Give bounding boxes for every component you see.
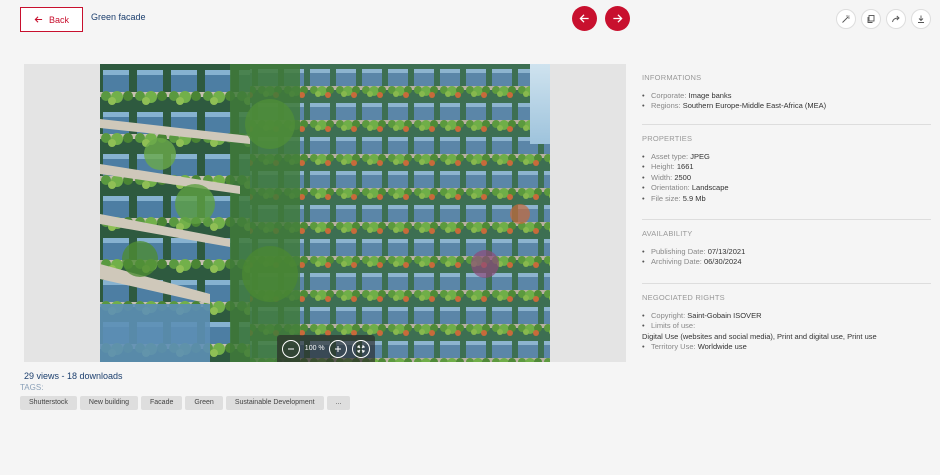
tag-chip[interactable]: Facade [141, 396, 183, 410]
plus-icon [335, 345, 342, 352]
file-size-row: File size: 5.9 Mb [642, 193, 931, 205]
label: Width: [651, 172, 675, 182]
label: Orientation: [651, 183, 692, 193]
section-title: NEGOCIATED RIGHTS [642, 293, 725, 302]
height-row: Height: 1661 [642, 162, 931, 173]
asset-preview-image [100, 64, 550, 362]
value: Worldwide use [697, 342, 747, 352]
section-title: PROPERTIES [642, 134, 693, 143]
corporate-row: Corporate: Image banks [642, 91, 931, 102]
next-asset-button[interactable] [605, 6, 630, 31]
download-icon [918, 15, 924, 23]
label: Corporate: [651, 91, 689, 100]
share-icon [892, 15, 900, 23]
zoom-controls: 100 % [277, 335, 375, 362]
fullscreen-button[interactable] [351, 339, 370, 358]
orientation-row: Orientation: Landscape [642, 183, 931, 194]
tags-list: Shutterstock New building Facade Green S… [20, 396, 351, 410]
width-row: Width: 2500 [642, 172, 931, 184]
copy-icon [867, 15, 875, 23]
arrow-left-icon [579, 14, 589, 23]
section-title: INFORMATIONS [642, 73, 702, 82]
section-title: AVAILABILITY [642, 229, 693, 238]
publishing-date-row: Publishing Date: 07/13/2021 [642, 247, 931, 258]
arrow-right-icon [613, 14, 623, 23]
value: Landscape [691, 183, 729, 193]
magic-wand-icon [842, 15, 850, 23]
tag-chip[interactable]: Shutterstock [20, 396, 77, 410]
arrow-left-icon [34, 16, 43, 23]
value: 5.9 Mb [682, 193, 706, 203]
tag-chip[interactable]: Sustainable Development [225, 396, 324, 410]
label: File size: [651, 193, 683, 203]
value: JPEG [690, 152, 710, 161]
label: Territory Use: [651, 342, 698, 352]
asset-details-panel: INFORMATIONS Corporate: Image banks Regi… [642, 64, 931, 363]
label: Height: [651, 162, 677, 172]
asset-type-row: Asset type: JPEG [642, 152, 931, 163]
archiving-date-row: Archiving Date: 06/30/2024 [642, 257, 931, 268]
magic-wand-button[interactable] [836, 9, 856, 29]
availability-section: AVAILABILITY Publishing Date: 07/13/2021… [642, 220, 931, 284]
label: Limits of use: [651, 321, 696, 331]
limits-of-use-value: Digital Use (websites and social media),… [642, 331, 877, 341]
tag-chip[interactable]: New building [79, 396, 139, 410]
value: 07/13/2021 [707, 247, 746, 256]
value: 1661 [676, 162, 694, 172]
previous-asset-button[interactable] [572, 6, 597, 31]
minus-icon [288, 348, 295, 349]
download-button[interactable] [911, 9, 931, 29]
tag-chip[interactable]: Green [185, 396, 223, 410]
label: Publishing Date: [651, 247, 708, 256]
back-button[interactable]: Back [20, 7, 83, 32]
copyright-row: Copyright: Saint-Gobain ISOVER [642, 311, 931, 322]
value: 06/30/2024 [703, 257, 742, 267]
image-viewer[interactable]: 100 % [24, 64, 626, 362]
copy-button[interactable] [861, 9, 881, 29]
asset-title: Green facade [91, 12, 146, 22]
more-tags-button[interactable]: ... [326, 396, 351, 410]
territory-row: Territory Use: Worldwide use [642, 342, 931, 353]
tags-label: TAGS: [20, 383, 44, 392]
regions-row: Regions: Southern Europe-Middle East-Afr… [642, 101, 931, 112]
zoom-in-button[interactable] [329, 339, 348, 358]
limits-of-use-row: Limits of use: [642, 321, 931, 332]
label: Asset type: [651, 152, 691, 161]
value: 2500 [674, 172, 692, 182]
value: Southern Europe-Middle East-Africa (MEA) [682, 101, 827, 111]
zoom-level: 100 % [304, 345, 325, 352]
label: Archiving Date: [651, 257, 704, 267]
informations-section: INFORMATIONS Corporate: Image banks Regi… [642, 64, 931, 125]
label: Regions: [651, 101, 683, 111]
back-label: Back [48, 14, 69, 25]
expand-icon [357, 345, 365, 352]
views-downloads-count: 29 views - 18 downloads [24, 371, 123, 381]
zoom-out-button[interactable] [282, 339, 301, 358]
properties-section: PROPERTIES Asset type: JPEG Height: 1661… [642, 125, 931, 220]
value: Image banks [688, 91, 732, 100]
negociated-rights-section: NEGOCIATED RIGHTS Copyright: Saint-Gobai… [642, 284, 931, 363]
value: Saint-Gobain ISOVER [687, 311, 762, 320]
share-button[interactable] [886, 9, 906, 29]
label: Copyright: [651, 311, 688, 320]
